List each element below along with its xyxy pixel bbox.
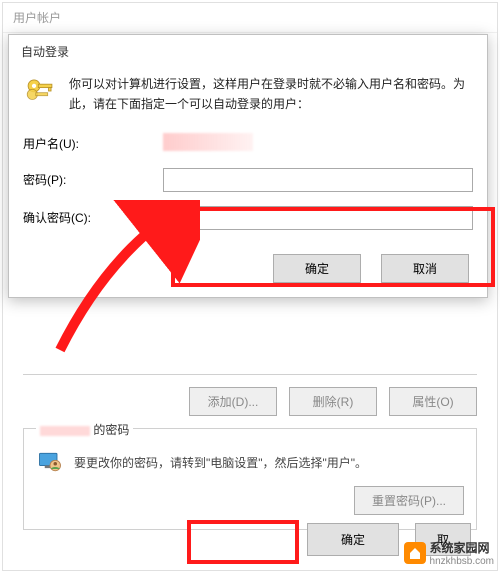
username-label: 用户名(U): xyxy=(23,135,163,152)
watermark-logo-icon xyxy=(404,542,426,564)
user-monitor-icon xyxy=(36,448,64,476)
properties-button[interactable]: 属性(O) xyxy=(389,387,477,416)
reset-password-button[interactable]: 重置密码(P)... xyxy=(354,486,464,515)
watermark-url: hnzkhbsb.com xyxy=(430,556,494,567)
user-list-buttons: 添加(D)... 删除(R) 属性(O) xyxy=(23,387,477,416)
username-value-redacted xyxy=(163,133,253,151)
add-button[interactable]: 添加(D)... xyxy=(189,387,277,416)
password-hint-text: 要更改你的密码，请转到"电脑设置"，然后选择"用户"。 xyxy=(74,454,367,471)
inner-cancel-button[interactable]: 取消 xyxy=(381,254,469,283)
list-divider xyxy=(23,351,477,375)
confirm-password-row: 确认密码(C): xyxy=(23,206,473,230)
watermark-brand: 系统家园网 xyxy=(430,539,494,556)
username-row: 用户名(U): xyxy=(23,133,473,154)
password-hint-row: 要更改你的密码，请转到"电脑设置"，然后选择"用户"。 xyxy=(36,448,464,476)
confirm-password-label: 确认密码(C): xyxy=(23,209,163,226)
redacted-username xyxy=(40,426,90,436)
intro-text: 你可以对计算机进行设置，这样用户在登录时就不必输入用户名和密码。为此，请在下面指… xyxy=(69,74,473,115)
confirm-password-input[interactable] xyxy=(163,206,473,230)
watermark: 系统家园网 hnzkhbsb.com xyxy=(404,539,494,567)
inner-dialog-buttons: 确定 取消 xyxy=(9,244,487,283)
password-label: 密码(P): xyxy=(23,171,163,188)
keys-icon xyxy=(23,74,57,108)
password-section: 的密码 要更改你的密码，请转到"电脑设置"，然后选择"用户"。 重置密码(P).… xyxy=(23,428,477,530)
outer-window-title: 用户帐户 xyxy=(3,3,497,33)
intro-row: 你可以对计算机进行设置，这样用户在登录时就不必输入用户名和密码。为此，请在下面指… xyxy=(23,74,473,115)
remove-button[interactable]: 删除(R) xyxy=(289,387,377,416)
auto-login-dialog: 自动登录 你可以对计算机进行设置，这样用户在登录时就不必输入用户名和密码。为此，… xyxy=(8,34,488,298)
inner-ok-button[interactable]: 确定 xyxy=(273,254,361,283)
password-input[interactable] xyxy=(163,168,473,192)
outer-ok-button[interactable]: 确定 xyxy=(307,523,399,556)
password-row: 密码(P): xyxy=(23,168,473,192)
outer-title-text: 用户帐户 xyxy=(13,11,61,25)
password-section-title: 的密码 xyxy=(36,421,133,438)
inner-dialog-title: 自动登录 xyxy=(9,35,487,68)
